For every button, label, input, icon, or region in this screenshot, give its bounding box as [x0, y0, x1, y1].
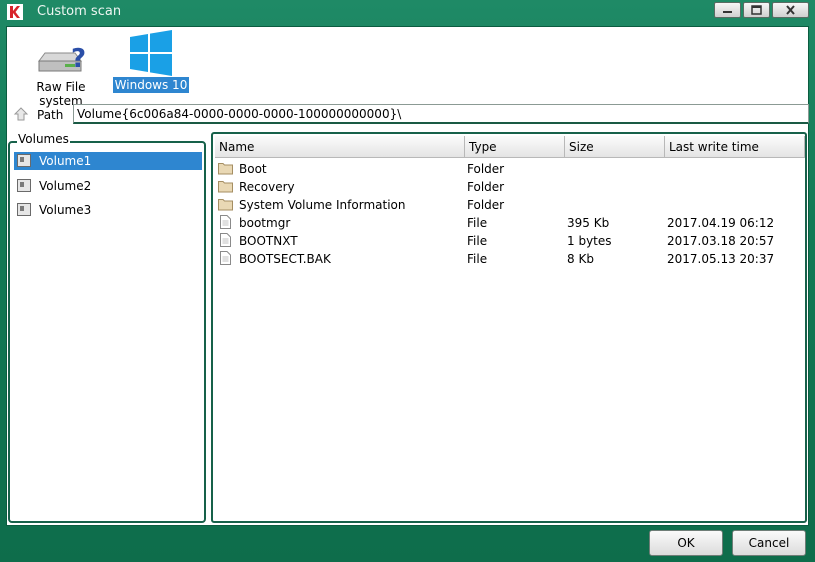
windows-logo-icon [130, 30, 172, 76]
column-header-type[interactable]: Type [465, 136, 565, 158]
column-header-name[interactable]: Name [215, 136, 465, 158]
hard-drive-question-icon: ? [38, 44, 86, 74]
volume-item[interactable]: Volume1 [14, 152, 202, 170]
cancel-button[interactable]: Cancel [732, 530, 806, 556]
column-header-last-write-time[interactable]: Last write time [665, 136, 805, 158]
file-time: 2017.04.19 06:12 [667, 216, 775, 230]
file-type: File [467, 252, 488, 266]
file-type: Folder [467, 198, 505, 212]
ok-button[interactable]: OK [649, 530, 723, 556]
minimize-icon [723, 11, 732, 13]
file-type: File [467, 216, 488, 230]
column-header-label: Type [469, 140, 497, 154]
file-type: File [467, 234, 488, 248]
svg-text:?: ? [71, 44, 86, 74]
path-input[interactable] [73, 104, 809, 124]
file-name: BOOTSECT.BAK [239, 252, 331, 266]
file-list[interactable]: Name Type Size Last write time Boot Fold… [211, 132, 807, 523]
table-row[interactable]: System Volume Information Folder [213, 196, 805, 214]
table-row[interactable]: BOOTSECT.BAK File 8 Kb 2017.05.13 20:37 [213, 250, 805, 268]
table-row[interactable]: BOOTNXT File 1 bytes 2017.03.18 20:57 [213, 232, 805, 250]
maximize-button[interactable] [743, 2, 770, 18]
file-time: 2017.03.18 20:57 [667, 234, 775, 248]
column-header-size[interactable]: Size [565, 136, 665, 158]
window-title: Custom scan [37, 4, 122, 19]
file-size: 8 Kb [567, 252, 594, 266]
close-button[interactable] [772, 2, 809, 18]
minimize-button[interactable] [714, 2, 741, 18]
drive-windows-10[interactable]: Windows 10 [111, 29, 191, 93]
maximize-icon [751, 5, 762, 15]
volume-item[interactable]: Volume2 [14, 177, 202, 195]
kaspersky-logo-icon [7, 4, 23, 20]
folder-icon [218, 199, 233, 211]
column-header-label: Size [569, 140, 594, 154]
table-row[interactable]: bootmgr File 395 Kb 2017.04.19 06:12 [213, 214, 805, 232]
table-row[interactable]: Recovery Folder [213, 178, 805, 196]
file-name: System Volume Information [239, 198, 406, 212]
file-name: BOOTNXT [239, 234, 298, 248]
volume-label: Volume2 [39, 179, 92, 193]
volume-icon [17, 154, 31, 167]
file-icon [220, 233, 231, 247]
column-header-label: Name [219, 140, 255, 154]
path-row: Path [11, 104, 809, 126]
file-time: 2017.05.13 20:37 [667, 252, 775, 266]
drive-label: Windows 10 [112, 77, 190, 93]
volume-icon [17, 179, 31, 192]
file-icon [220, 215, 231, 229]
volumes-legend: Volumes [17, 132, 70, 146]
column-header-label: Last write time [669, 140, 759, 154]
folder-icon [218, 181, 233, 193]
close-icon [786, 5, 795, 15]
file-name: Boot [239, 162, 267, 176]
drive-raw-file-system[interactable]: ? Raw File system [11, 31, 111, 109]
title-bar[interactable]: Custom scan [0, 0, 815, 24]
volume-label: Volume3 [39, 203, 92, 217]
file-name: bootmgr [239, 216, 291, 230]
file-size: 395 Kb [567, 216, 610, 230]
file-type: Folder [467, 180, 505, 194]
volume-icon [17, 203, 31, 216]
volumes-group: Volume1 Volume2 Volume3 [8, 141, 206, 523]
file-icon [220, 251, 231, 265]
file-type: Folder [467, 162, 505, 176]
volume-label: Volume1 [39, 154, 92, 168]
custom-scan-window: Custom scan ? Raw File system Windows 10… [0, 0, 815, 562]
up-arrow-icon[interactable] [13, 106, 29, 122]
folder-icon [218, 163, 233, 175]
table-row[interactable]: Boot Folder [213, 160, 805, 178]
file-size: 1 bytes [567, 234, 612, 248]
file-name: Recovery [239, 180, 295, 194]
path-label: Path [37, 108, 64, 122]
volume-item[interactable]: Volume3 [14, 201, 202, 219]
